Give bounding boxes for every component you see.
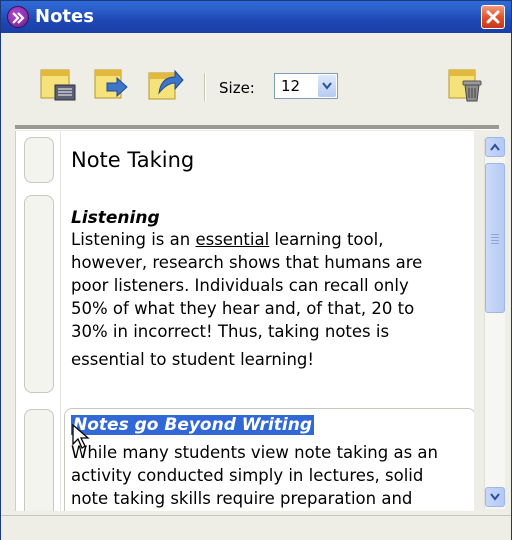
- text-line: activity conducted simply in lectures, s…: [71, 466, 424, 485]
- section-title-listening: Listening: [71, 208, 160, 228]
- dropdown-arrow[interactable]: [318, 75, 336, 97]
- size-label: Size:: [219, 79, 255, 97]
- text-line: however, research shows that humans are: [71, 253, 423, 272]
- chevron-down-icon: [322, 82, 332, 90]
- note-heading: Note Taking: [71, 148, 195, 172]
- text-line: note taking skills require preparation a…: [71, 489, 413, 508]
- close-icon: [486, 10, 500, 24]
- underlined-word: essential: [195, 230, 270, 249]
- delete-note-button[interactable]: [447, 67, 485, 103]
- scroll-thumb[interactable]: [485, 163, 505, 313]
- text-line: While many students view note taking as …: [71, 443, 438, 462]
- window-title: Notes: [35, 6, 94, 27]
- mouse-cursor-icon: [72, 424, 90, 449]
- import-note-icon: [94, 69, 128, 99]
- trash-icon: [448, 69, 482, 102]
- status-bar: [1, 515, 511, 540]
- toolbar: Size: 12: [1, 33, 511, 125]
- grip-line: [491, 243, 499, 244]
- close-button[interactable]: [481, 5, 505, 29]
- text-line: 50% of what they hear and, of that, 20 t…: [71, 299, 415, 318]
- section-body-listening: Listening is an essential learning tool,…: [71, 228, 466, 371]
- scroll-up-button[interactable]: [485, 137, 505, 157]
- selected-text: Notes go Beyond Writing: [71, 415, 314, 435]
- grip-line: [491, 234, 499, 235]
- new-note-button[interactable]: [39, 67, 77, 103]
- chevron-up-icon: [490, 143, 500, 151]
- export-note-button[interactable]: [147, 67, 185, 103]
- grip-line: [491, 237, 499, 238]
- toolbar-separator: [204, 73, 206, 101]
- new-note-icon: [40, 69, 76, 101]
- notes-window: Notes Size: 12 Note Taking Listening Lis…: [0, 0, 512, 540]
- font-size-select[interactable]: 12: [274, 73, 338, 99]
- writing-block-handle[interactable]: [24, 409, 54, 511]
- text-line: poor listeners. Individuals can recall o…: [71, 276, 409, 295]
- scroll-down-button[interactable]: [485, 487, 505, 507]
- grip-line: [491, 240, 499, 241]
- font-size-value: 12: [281, 77, 301, 95]
- export-note-icon: [148, 69, 184, 100]
- heading-block-handle[interactable]: [24, 137, 54, 183]
- text-line: 30% in incorrect! Thus, taking notes is: [71, 322, 390, 341]
- section-title-writing: Notes go Beyond Writing: [71, 415, 314, 435]
- note-content-area[interactable]: Note Taking Listening Listening is an es…: [15, 131, 474, 511]
- text-line: Listening is an essential learning tool,: [71, 230, 384, 249]
- text-line: essential to student learning!: [71, 350, 315, 369]
- import-note-button[interactable]: [93, 67, 131, 103]
- chevron-down-icon: [490, 493, 500, 501]
- vertical-scrollbar[interactable]: [484, 137, 505, 509]
- toolbar-divider: [15, 125, 499, 130]
- listening-block-handle[interactable]: [24, 195, 54, 393]
- app-chevron-icon: [7, 6, 29, 28]
- title-bar[interactable]: Notes: [1, 1, 511, 33]
- section-body-writing: While many students view note taking as …: [71, 441, 466, 510]
